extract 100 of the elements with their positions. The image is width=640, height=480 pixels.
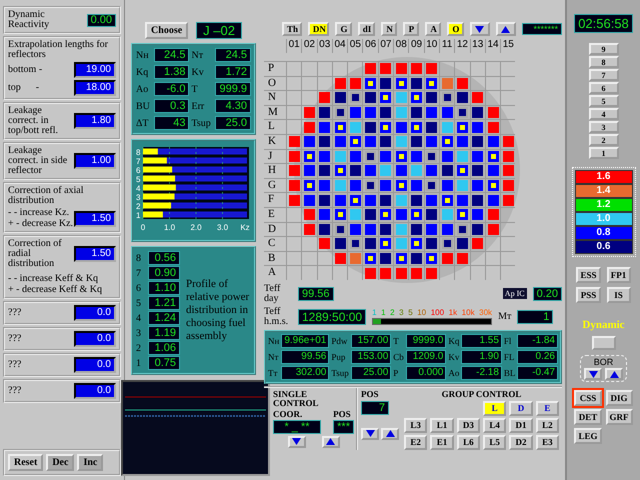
fuel-assembly[interactable] <box>380 253 392 264</box>
value-field[interactable]: 18.00 <box>74 80 116 96</box>
protection-button[interactable]: ESS <box>576 267 600 283</box>
fuel-assembly[interactable] <box>411 238 422 250</box>
fuel-assembly[interactable] <box>442 92 453 104</box>
value-field[interactable]: 1.00 <box>74 153 116 169</box>
value-field[interactable]: 1.50 <box>74 210 116 226</box>
fuel-assembly[interactable] <box>456 136 468 148</box>
view-tab[interactable]: Th <box>282 22 302 36</box>
fuel-assembly[interactable] <box>365 107 376 118</box>
fuel-assembly[interactable] <box>411 78 422 89</box>
fuel-assembly[interactable] <box>365 180 376 192</box>
fuel-assembly[interactable] <box>365 253 376 264</box>
layer-button[interactable]: 9 <box>588 43 618 55</box>
view-tab[interactable]: A <box>425 22 442 36</box>
fuel-assembly[interactable] <box>396 253 407 264</box>
fuel-assembly[interactable] <box>380 238 392 250</box>
protection-button[interactable]: IS <box>606 287 631 303</box>
fuel-assembly[interactable] <box>488 165 498 176</box>
layer-button[interactable]: 5 <box>588 95 618 107</box>
fuel-assembly[interactable] <box>319 165 330 176</box>
fuel-assembly[interactable] <box>472 150 484 162</box>
fuel-assembly[interactable] <box>365 224 376 235</box>
fuel-assembly[interactable] <box>365 122 376 133</box>
fuel-assembly[interactable] <box>472 136 484 148</box>
fuel-assembly[interactable] <box>472 194 484 206</box>
fuel-assembly[interactable] <box>365 136 376 148</box>
up-button[interactable] <box>322 436 340 448</box>
fuel-assembly[interactable] <box>380 107 392 118</box>
fuel-assembly[interactable] <box>396 165 407 176</box>
value-field[interactable]: 0.0 <box>74 305 116 321</box>
fuel-assembly[interactable] <box>411 180 422 192</box>
fuel-assembly[interactable] <box>472 107 484 118</box>
rod-group-button[interactable]: L1 <box>430 418 454 433</box>
rod-group-button[interactable]: L4 <box>483 418 506 433</box>
value-field[interactable]: 0.0 <box>74 357 116 373</box>
fuel-assembly[interactable] <box>319 194 330 206</box>
rod-group-button[interactable]: E3 <box>536 434 559 450</box>
view-tab[interactable]: P <box>403 22 420 36</box>
view-button[interactable]: LEG <box>574 428 602 444</box>
fuel-assembly[interactable] <box>350 136 361 148</box>
fuel-assembly[interactable] <box>426 209 438 220</box>
fuel-assembly[interactable] <box>365 92 376 104</box>
fuel-assembly[interactable] <box>319 209 330 220</box>
fuel-assembly[interactable] <box>426 136 438 148</box>
fuel-assembly[interactable] <box>426 224 438 235</box>
rod-group-button[interactable]: L3 <box>404 418 428 433</box>
fuel-assembly[interactable] <box>350 92 361 104</box>
layer-button[interactable]: 8 <box>588 56 618 68</box>
fuel-assembly[interactable] <box>380 209 392 220</box>
rod-group-button[interactable]: D3 <box>456 418 480 433</box>
fuel-assembly[interactable] <box>334 92 346 104</box>
view-tab[interactable]: N <box>381 22 398 36</box>
up-button[interactable] <box>605 368 623 380</box>
fuel-assembly[interactable] <box>319 122 330 133</box>
rod-group-button[interactable]: E2 <box>404 434 428 450</box>
fuel-assembly[interactable] <box>350 238 361 250</box>
fuel-assembly[interactable] <box>426 180 438 192</box>
fuel-assembly[interactable] <box>426 165 438 176</box>
view-tab[interactable]: O <box>447 22 464 36</box>
fuel-assembly[interactable] <box>319 107 330 118</box>
fuel-assembly[interactable] <box>319 136 330 148</box>
panel-button[interactable]: Dec <box>46 454 74 471</box>
fuel-assembly[interactable] <box>442 180 453 192</box>
fuel-assembly[interactable] <box>350 107 361 118</box>
fuel-assembly[interactable] <box>426 238 438 250</box>
value-field[interactable]: 19.00 <box>74 62 116 78</box>
layer-button[interactable]: 4 <box>588 108 618 120</box>
blank-button[interactable] <box>592 336 616 350</box>
fuel-assembly[interactable] <box>411 253 422 264</box>
fuel-assembly[interactable] <box>365 165 376 176</box>
protection-button[interactable]: PSS <box>576 287 600 303</box>
rod-group-button[interactable]: L5 <box>483 434 506 450</box>
view-button[interactable]: DIG <box>606 390 633 406</box>
fuel-assembly[interactable] <box>365 209 376 220</box>
fuel-assembly[interactable] <box>396 209 407 220</box>
rod-group-button[interactable]: L6 <box>456 434 480 450</box>
value-field[interactable]: 1.80 <box>74 113 116 129</box>
down-button[interactable] <box>361 428 379 440</box>
fuel-assembly[interactable] <box>472 122 484 133</box>
fuel-assembly[interactable] <box>396 180 407 192</box>
down-button[interactable] <box>584 368 602 380</box>
fuel-assembly[interactable] <box>380 136 392 148</box>
fuel-assembly[interactable] <box>456 165 468 176</box>
fuel-assembly[interactable] <box>472 180 484 192</box>
group-button[interactable]: D <box>509 400 533 416</box>
layer-button[interactable]: 3 <box>588 121 618 133</box>
fuel-assembly[interactable] <box>334 238 346 250</box>
fuel-assembly[interactable] <box>411 136 422 148</box>
group-button[interactable]: E <box>536 400 559 416</box>
protection-button[interactable]: FP1 <box>606 267 631 283</box>
fuel-assembly[interactable] <box>411 209 422 220</box>
fuel-assembly[interactable] <box>380 92 392 104</box>
fuel-assembly[interactable] <box>426 107 438 118</box>
view-button[interactable]: GRF <box>606 409 633 425</box>
fuel-assembly[interactable] <box>334 209 346 220</box>
layer-button[interactable]: 2 <box>588 134 618 146</box>
value-field[interactable]: 0.0 <box>74 331 116 347</box>
fuel-assembly[interactable] <box>456 107 468 118</box>
fuel-assembly[interactable] <box>319 150 330 162</box>
